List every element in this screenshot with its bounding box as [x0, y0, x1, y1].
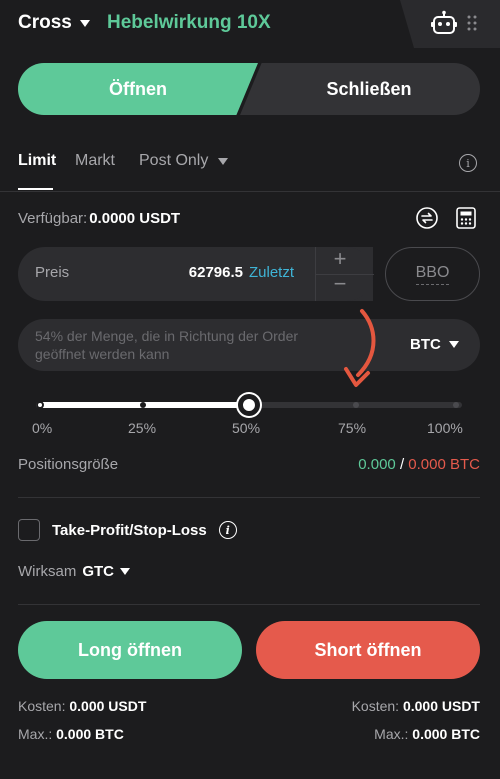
price-input[interactable]: Preis 62796.5 Zuletzt + −: [18, 247, 374, 301]
short-max: Max.: 0.000 BTC: [374, 726, 480, 742]
slider-label[interactable]: 50%: [232, 420, 260, 436]
divider: [0, 191, 500, 192]
bbo-button[interactable]: BBO: [385, 247, 480, 301]
robot-icon[interactable]: [431, 10, 457, 36]
tab-post-only[interactable]: Post Only: [139, 152, 229, 170]
long-cost: Kosten: 0.000 USDT: [18, 698, 146, 714]
transfer-icon[interactable]: [416, 207, 438, 229]
short-max-value: 0.000 BTC: [412, 726, 480, 742]
slider-label[interactable]: 0%: [32, 420, 52, 436]
slider-label[interactable]: 25%: [128, 420, 156, 436]
slider-labels: 0% 25% 50% 75% 100%: [0, 420, 500, 440]
open-long-button[interactable]: Long öffnen: [18, 621, 242, 679]
tpsl-checkbox[interactable]: [18, 519, 40, 541]
price-value: 62796.5: [188, 264, 243, 281]
active-tab-indicator: [18, 188, 53, 190]
margin-mode-dropdown[interactable]: Cross: [18, 12, 90, 34]
available-value: 0.0000 USDT: [89, 210, 181, 227]
short-cost-value: 0.000 USDT: [402, 698, 480, 714]
info-icon[interactable]: i: [459, 154, 477, 172]
short-cost: Kosten: 0.000 USDT: [352, 698, 480, 714]
quantity-placeholder: 54% der Menge, die in Richtung der Order…: [35, 328, 299, 362]
short-max-label: Max.:: [374, 726, 409, 742]
chevron-down-icon: [218, 157, 229, 165]
long-max: Max.: 0.000 BTC: [18, 726, 124, 742]
drag-grip-icon[interactable]: [467, 15, 477, 31]
position-size-values: 0.000 / 0.000 BTC: [358, 456, 480, 473]
slider-label[interactable]: 100%: [427, 420, 463, 436]
slider-tick[interactable]: [36, 401, 44, 409]
price-label: Preis: [35, 264, 70, 281]
slider-tick[interactable]: [139, 402, 146, 408]
long-max-value: 0.000 BTC: [56, 726, 124, 742]
available-balance: Verfügbar: 0.0000 USDT: [18, 210, 180, 227]
slider-tick[interactable]: [352, 402, 359, 408]
open-tab[interactable]: Öffnen: [18, 63, 258, 115]
quantity-unit-dropdown[interactable]: BTC: [410, 336, 459, 353]
amount-slider[interactable]: [36, 394, 466, 416]
open-close-toggle: Schließen Öffnen: [18, 63, 480, 115]
long-cost-value: 0.000 USDT: [69, 698, 147, 714]
info-icon[interactable]: i: [218, 521, 237, 539]
position-size-long: 0.000: [358, 456, 396, 473]
position-size-separator: /: [399, 456, 405, 473]
divider: [18, 497, 480, 498]
tab-limit[interactable]: Limit: [18, 152, 56, 170]
close-tab[interactable]: Schließen: [240, 63, 480, 115]
slider-label[interactable]: 75%: [338, 420, 366, 436]
calculator-icon[interactable]: [456, 207, 476, 229]
time-in-force-dropdown[interactable]: Wirksam GTC: [18, 563, 130, 580]
position-size: Positionsgröße 0.000 / 0.000 BTC: [18, 456, 480, 476]
tpsl-row: Take-Profit/Stop-Loss i: [18, 518, 237, 542]
price-increase-button[interactable]: +: [330, 248, 350, 270]
leverage-button[interactable]: Hebelwirkung 10X: [107, 12, 271, 34]
margin-mode-label: Cross: [18, 12, 72, 33]
position-size-label: Positionsgröße: [18, 456, 119, 473]
open-short-button[interactable]: Short öffnen: [256, 621, 480, 679]
top-bar: Cross Hebelwirkung 10X: [0, 0, 500, 48]
divider: [18, 604, 480, 605]
long-max-label: Max.:: [18, 726, 53, 742]
chevron-down-icon: [120, 568, 130, 575]
quantity-unit-label: BTC: [410, 336, 441, 353]
order-type-tabs: Limit Markt Post Only i: [18, 152, 480, 192]
last-price-button[interactable]: Zuletzt: [249, 264, 294, 281]
price-decrease-button[interactable]: −: [330, 273, 350, 295]
bbo-label: BBO: [415, 264, 450, 285]
price-stepper: + −: [315, 247, 374, 301]
slider-thumb[interactable]: [238, 394, 260, 416]
tpsl-label: Take-Profit/Stop-Loss: [52, 521, 207, 539]
chevron-down-icon: [79, 19, 90, 27]
long-cost-label: Kosten:: [18, 698, 66, 714]
slider-tick[interactable]: [453, 402, 459, 408]
quantity-input[interactable]: 54% der Menge, die in Richtung der Order…: [18, 319, 480, 371]
time-in-force-label: Wirksam: [18, 563, 77, 580]
time-in-force-value: GTC: [82, 563, 114, 580]
chevron-down-icon: [448, 341, 459, 348]
available-label: Verfügbar:: [18, 210, 88, 227]
short-cost-label: Kosten:: [351, 698, 400, 714]
tab-market[interactable]: Markt: [75, 152, 115, 170]
position-size-short: 0.000 BTC: [408, 456, 480, 473]
tab-post-only-label: Post Only: [139, 152, 209, 169]
